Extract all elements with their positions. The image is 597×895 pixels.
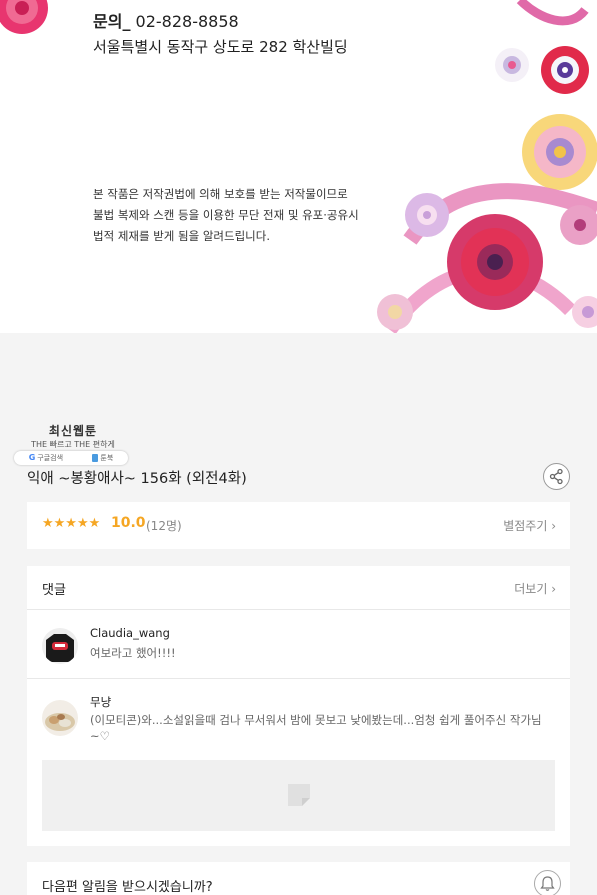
google-search-tag: G 구글검색 <box>29 453 63 463</box>
badge-pill: G 구글검색 툰북 <box>14 451 128 465</box>
flower-decoration-left <box>0 0 48 34</box>
toonbook-tag: 툰북 <box>92 453 113 463</box>
notice-line: 불법 복제와 스캔 등을 이용한 무단 전재 및 유포·공유시 <box>93 208 359 222</box>
comments-label: 댓글 <box>42 583 66 598</box>
avatar-image <box>42 700 78 736</box>
share-button[interactable] <box>543 463 570 490</box>
book-icon <box>92 454 99 462</box>
avatar <box>42 628 78 664</box>
rate-button[interactable]: 별점주기 › <box>503 517 556 534</box>
comment-item: 무냥 (이모티콘)와...소설읽을때 검나 무서워서 밤에 못보고 낮에봤는데.… <box>27 680 570 760</box>
google-icon: G <box>28 453 36 462</box>
copyright-notice: 본 작품은 저작권법에 의해 보호를 받는 저작물이므로 불법 복제와 스캔 등… <box>93 184 359 247</box>
toonbook-label: 툰북 <box>100 454 114 462</box>
rating-card: ★★★★★ 10.0 (12명) 별점주기 › <box>27 502 570 549</box>
google-search-label: 구글검색 <box>37 454 64 462</box>
image-placeholder <box>42 760 555 831</box>
copyright-banner: 문의_ 02-828-8858 서울특별시 동작구 상도로 282 학산빌딩 본… <box>0 0 597 333</box>
avatar-image <box>42 628 78 664</box>
avatar <box>42 700 78 736</box>
notice-line: 본 작품은 저작권법에 의해 보호를 받는 저작물이므로 <box>93 187 348 201</box>
next-episode-alarm-card: 다음편 알림을 받으시겠습니까? <box>27 862 570 895</box>
contact-info: 문의_ 02-828-8858 <box>93 8 239 32</box>
alarm-button[interactable] <box>534 870 561 895</box>
comments-more-button[interactable]: 더보기 › <box>514 580 556 597</box>
latest-webtoon-badge[interactable]: 최신웹툰 THE 빠르고 THE 편하게 G 구글검색 툰북 <box>12 418 134 468</box>
bell-icon <box>540 876 555 891</box>
comment-item: Claudia_wang 여보라고 했어!!!! <box>27 611 570 679</box>
badge-title: 최신웹툰 <box>48 424 98 438</box>
contact-phone: 02-828-8858 <box>135 12 239 31</box>
share-icon <box>549 468 563 485</box>
badge-subtitle: THE 빠르고 THE 편하게 <box>31 440 115 449</box>
contact-label: 문의_ <box>93 12 131 31</box>
comments-header: 댓글 더보기 › <box>27 566 570 610</box>
comment-author: Claudia_wang <box>90 626 170 640</box>
image-placeholder-icon <box>288 784 310 806</box>
comments-card: 댓글 더보기 › Claudia_wang 여보라고 했어!!!! 무냥 (이모… <box>27 566 570 846</box>
company-address: 서울특별시 동작구 상도로 282 학산빌딩 <box>93 38 348 56</box>
notice-line: 법적 제재를 받게 됨을 알려드립니다. <box>93 229 270 243</box>
alarm-question: 다음편 알림을 받으시겠습니까? <box>42 880 213 895</box>
comment-text: (이모티콘)와...소설읽을때 검나 무서워서 밤에 못보고 낮에봤는데...엄… <box>90 713 542 743</box>
comment-text: 여보라고 했어!!!! <box>90 646 176 660</box>
rating-count: (12명) <box>146 519 182 533</box>
comment-author: 무냥 <box>90 695 112 709</box>
episode-title: 익애 ~봉황애사~ 156화 (외전4화) <box>27 471 247 487</box>
star-rating: ★★★★★ <box>42 516 101 531</box>
flower-decoration-right <box>377 0 597 333</box>
rating-score: 10.0 <box>111 515 146 531</box>
